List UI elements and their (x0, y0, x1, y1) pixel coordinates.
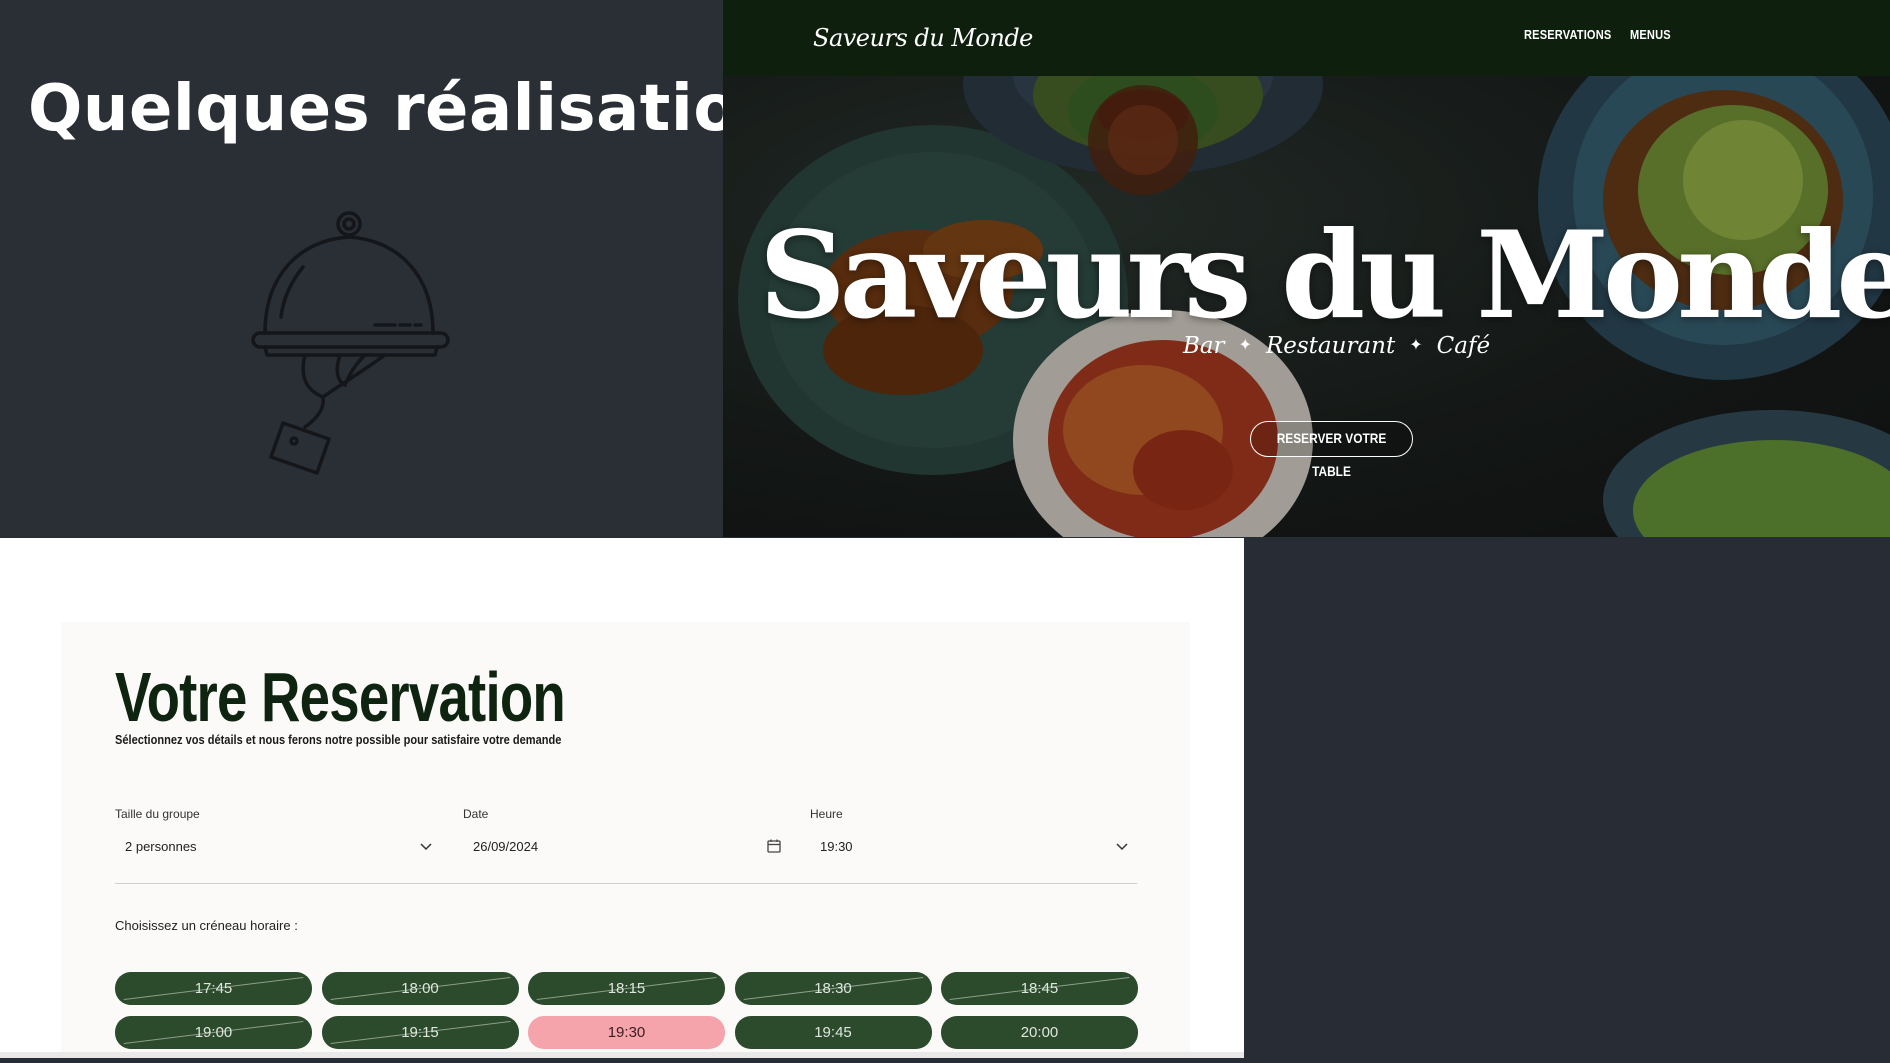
hero-subtitle-cafe: Café (1436, 333, 1491, 359)
hero-subtitle-bar: Bar (1182, 333, 1225, 359)
reservation-title: Votre Reservation (115, 658, 566, 736)
hero-navbar: Saveurs du Monde RESERVATIONS MENUS (723, 0, 1890, 76)
time-slot-1830: 18:30 (734, 972, 932, 1005)
time-slot-1915: 19:15 (321, 1016, 519, 1049)
calendar-icon[interactable] (766, 838, 782, 854)
nav-link-menus[interactable]: MENUS (1630, 27, 1671, 42)
chevron-down-icon (420, 843, 432, 851)
section-heading: Quelques réalisations (28, 72, 823, 146)
date-picker[interactable]: Date 26/09/2024 (463, 807, 793, 854)
time-slot-1945[interactable]: 19:45 (734, 1016, 932, 1049)
reservation-card: Votre Reservation Sélectionnez vos détai… (61, 622, 1190, 1058)
hero-subtitle-restaurant: Restaurant (1265, 333, 1396, 359)
time-label: Heure (810, 807, 843, 821)
nav-logo[interactable]: Saveurs du Monde (813, 24, 1033, 52)
time-slot-1900: 19:00 (115, 1016, 312, 1049)
slots-label: Choisissez un créneau horaire : (115, 918, 298, 933)
cloche-serving-hand-icon (251, 211, 450, 475)
reservation-screenshot: Votre Reservation Sélectionnez vos détai… (0, 538, 1244, 1058)
time-slot-1745: 17:45 (115, 972, 312, 1005)
time-slot-1845: 18:45 (941, 972, 1138, 1005)
hero-screenshot: Saveurs du Monde RESERVATIONS MENUS Save… (723, 0, 1890, 537)
time-slot-2000[interactable]: 20:00 (941, 1016, 1138, 1049)
date-value: 26/09/2024 (473, 839, 539, 854)
party-size-select[interactable]: Taille du groupe 2 personnes (115, 807, 445, 854)
time-slot-1800: 18:00 (321, 972, 519, 1005)
time-select[interactable]: Heure 19:30 (810, 807, 1140, 854)
sparkle-icon: ✦ (1409, 335, 1423, 354)
time-value: 19:30 (820, 839, 853, 854)
sparkle-icon: ✦ (1238, 335, 1252, 354)
party-size-label: Taille du groupe (115, 807, 200, 821)
reserve-table-label: RESERVER VOTRE TABLE (1276, 430, 1387, 479)
nav-link-reservations[interactable]: RESERVATIONS (1524, 27, 1611, 42)
date-label: Date (463, 807, 489, 821)
hero-title: Saveurs du Monde (759, 205, 1890, 346)
reservation-subtitle: Sélectionnez vos détails et nous ferons … (115, 732, 562, 747)
left-panel: Quelques réalisations (0, 0, 822, 537)
chevron-down-icon (1116, 843, 1128, 851)
divider (115, 883, 1137, 884)
party-size-value: 2 personnes (125, 839, 197, 854)
scroll-edge (0, 1052, 1244, 1058)
hero-subtitle: Bar ✦ Restaurant ✦ Café (723, 333, 1890, 359)
reserve-table-button[interactable]: RESERVER VOTRE TABLE (1250, 421, 1413, 479)
time-slot-1815: 18:15 (528, 972, 725, 1005)
time-slot-1930[interactable]: 19:30 (528, 1016, 725, 1049)
